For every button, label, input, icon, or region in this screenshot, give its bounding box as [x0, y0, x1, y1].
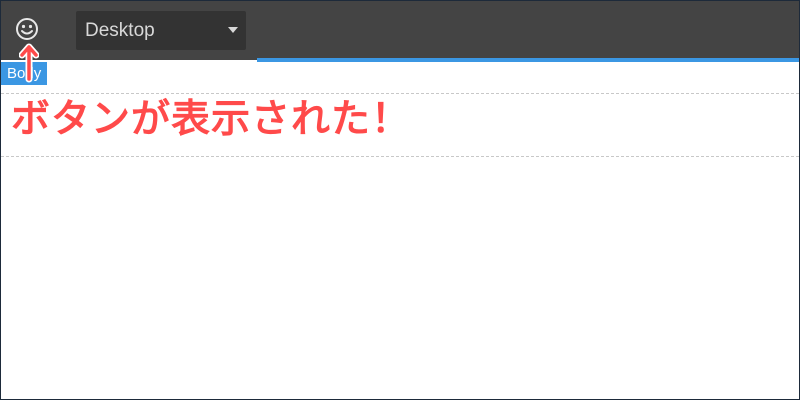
device-select[interactable]: Desktop	[76, 11, 246, 50]
chevron-down-icon	[228, 27, 238, 33]
top-toolbar: Desktop	[1, 1, 799, 60]
device-select-value: Desktop	[85, 19, 155, 41]
annotation-text: ボタンが表示された！	[10, 97, 412, 143]
editor-frame: Desktop Body ボタンが表示された！	[0, 0, 800, 400]
up-arrow-icon	[19, 43, 39, 83]
smiley-face-icon[interactable]	[13, 15, 41, 43]
